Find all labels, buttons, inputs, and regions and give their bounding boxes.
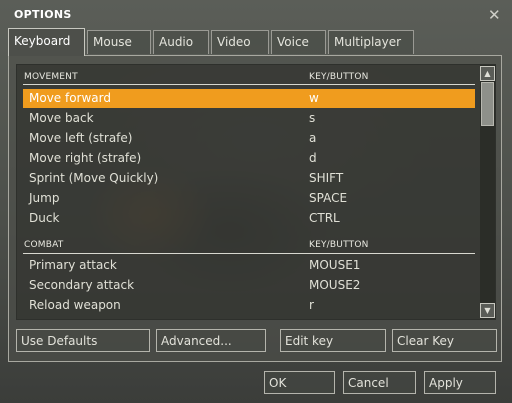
binding-row[interactable]: Move right (strafe) d bbox=[23, 149, 475, 168]
ok-button[interactable]: OK bbox=[264, 371, 335, 394]
binding-key: MOUSE2 bbox=[309, 278, 361, 292]
scroll-up-icon[interactable]: ▲ bbox=[480, 66, 495, 81]
binding-key: CTRL bbox=[309, 211, 340, 225]
binding-action: Move left (strafe) bbox=[29, 131, 133, 145]
binding-row[interactable]: Move left (strafe) a bbox=[23, 129, 475, 148]
tab-multiplayer[interactable]: Multiplayer bbox=[328, 30, 414, 54]
binding-action: Primary attack bbox=[29, 258, 117, 272]
column-header-key: KEY/BUTTON bbox=[309, 72, 369, 82]
binding-action: Move back bbox=[29, 111, 94, 125]
binding-key: d bbox=[309, 151, 317, 165]
scroll-down-icon[interactable]: ▼ bbox=[480, 303, 495, 318]
advanced-button[interactable]: Advanced... bbox=[156, 329, 266, 352]
use-defaults-button[interactable]: Use Defaults bbox=[16, 329, 150, 352]
section-divider bbox=[23, 84, 475, 85]
binding-row[interactable]: Reload weapon r bbox=[23, 296, 475, 315]
binding-action: Jump bbox=[29, 191, 60, 205]
tab-keyboard[interactable]: Keyboard bbox=[8, 28, 85, 56]
tab-voice[interactable]: Voice bbox=[271, 30, 326, 54]
binding-row[interactable]: Duck CTRL bbox=[23, 209, 475, 228]
binding-row[interactable]: Move back s bbox=[23, 109, 475, 128]
column-header-key: KEY/BUTTON bbox=[309, 240, 369, 250]
binding-action: Duck bbox=[29, 211, 60, 225]
binding-action: Reload weapon bbox=[29, 298, 121, 312]
tab-mouse[interactable]: Mouse bbox=[87, 30, 151, 54]
section-header-movement: MOVEMENT KEY/BUTTON bbox=[24, 72, 369, 82]
binding-row[interactable]: Secondary attack MOUSE2 bbox=[23, 276, 475, 295]
binding-row[interactable]: Move forward w bbox=[23, 89, 475, 108]
scroll-thumb[interactable] bbox=[481, 82, 494, 126]
list-scrollbar[interactable]: ▲ ▼ bbox=[480, 65, 495, 319]
key-binding-list: MOVEMENT KEY/BUTTON Move forward w Move … bbox=[16, 64, 496, 320]
binding-action: Sprint (Move Quickly) bbox=[29, 171, 159, 185]
binding-action: Move forward bbox=[29, 91, 112, 105]
apply-button[interactable]: Apply bbox=[424, 371, 496, 394]
binding-key: SHIFT bbox=[309, 171, 344, 185]
binding-row[interactable]: Jump SPACE bbox=[23, 189, 475, 208]
tab-video[interactable]: Video bbox=[211, 30, 269, 54]
tab-audio[interactable]: Audio bbox=[153, 30, 209, 54]
binding-key: SPACE bbox=[309, 191, 348, 205]
edit-key-button[interactable]: Edit key bbox=[280, 329, 386, 352]
binding-key: w bbox=[309, 91, 319, 105]
binding-key: MOUSE1 bbox=[309, 258, 361, 272]
binding-action: Move right (strafe) bbox=[29, 151, 142, 165]
binding-key: s bbox=[309, 111, 316, 125]
clear-key-button[interactable]: Clear Key bbox=[392, 329, 497, 352]
close-icon[interactable]: ✕ bbox=[488, 6, 501, 24]
cancel-button[interactable]: Cancel bbox=[343, 371, 416, 394]
binding-row[interactable]: Primary attack MOUSE1 bbox=[23, 256, 475, 275]
binding-key: a bbox=[309, 131, 317, 145]
binding-key: r bbox=[309, 298, 314, 312]
binding-action: Secondary attack bbox=[29, 278, 135, 292]
dialog-title: OPTIONS bbox=[14, 8, 72, 21]
section-header-combat: COMBAT KEY/BUTTON bbox=[24, 240, 369, 250]
section-divider bbox=[23, 253, 475, 254]
binding-row[interactable]: Sprint (Move Quickly) SHIFT bbox=[23, 169, 475, 188]
